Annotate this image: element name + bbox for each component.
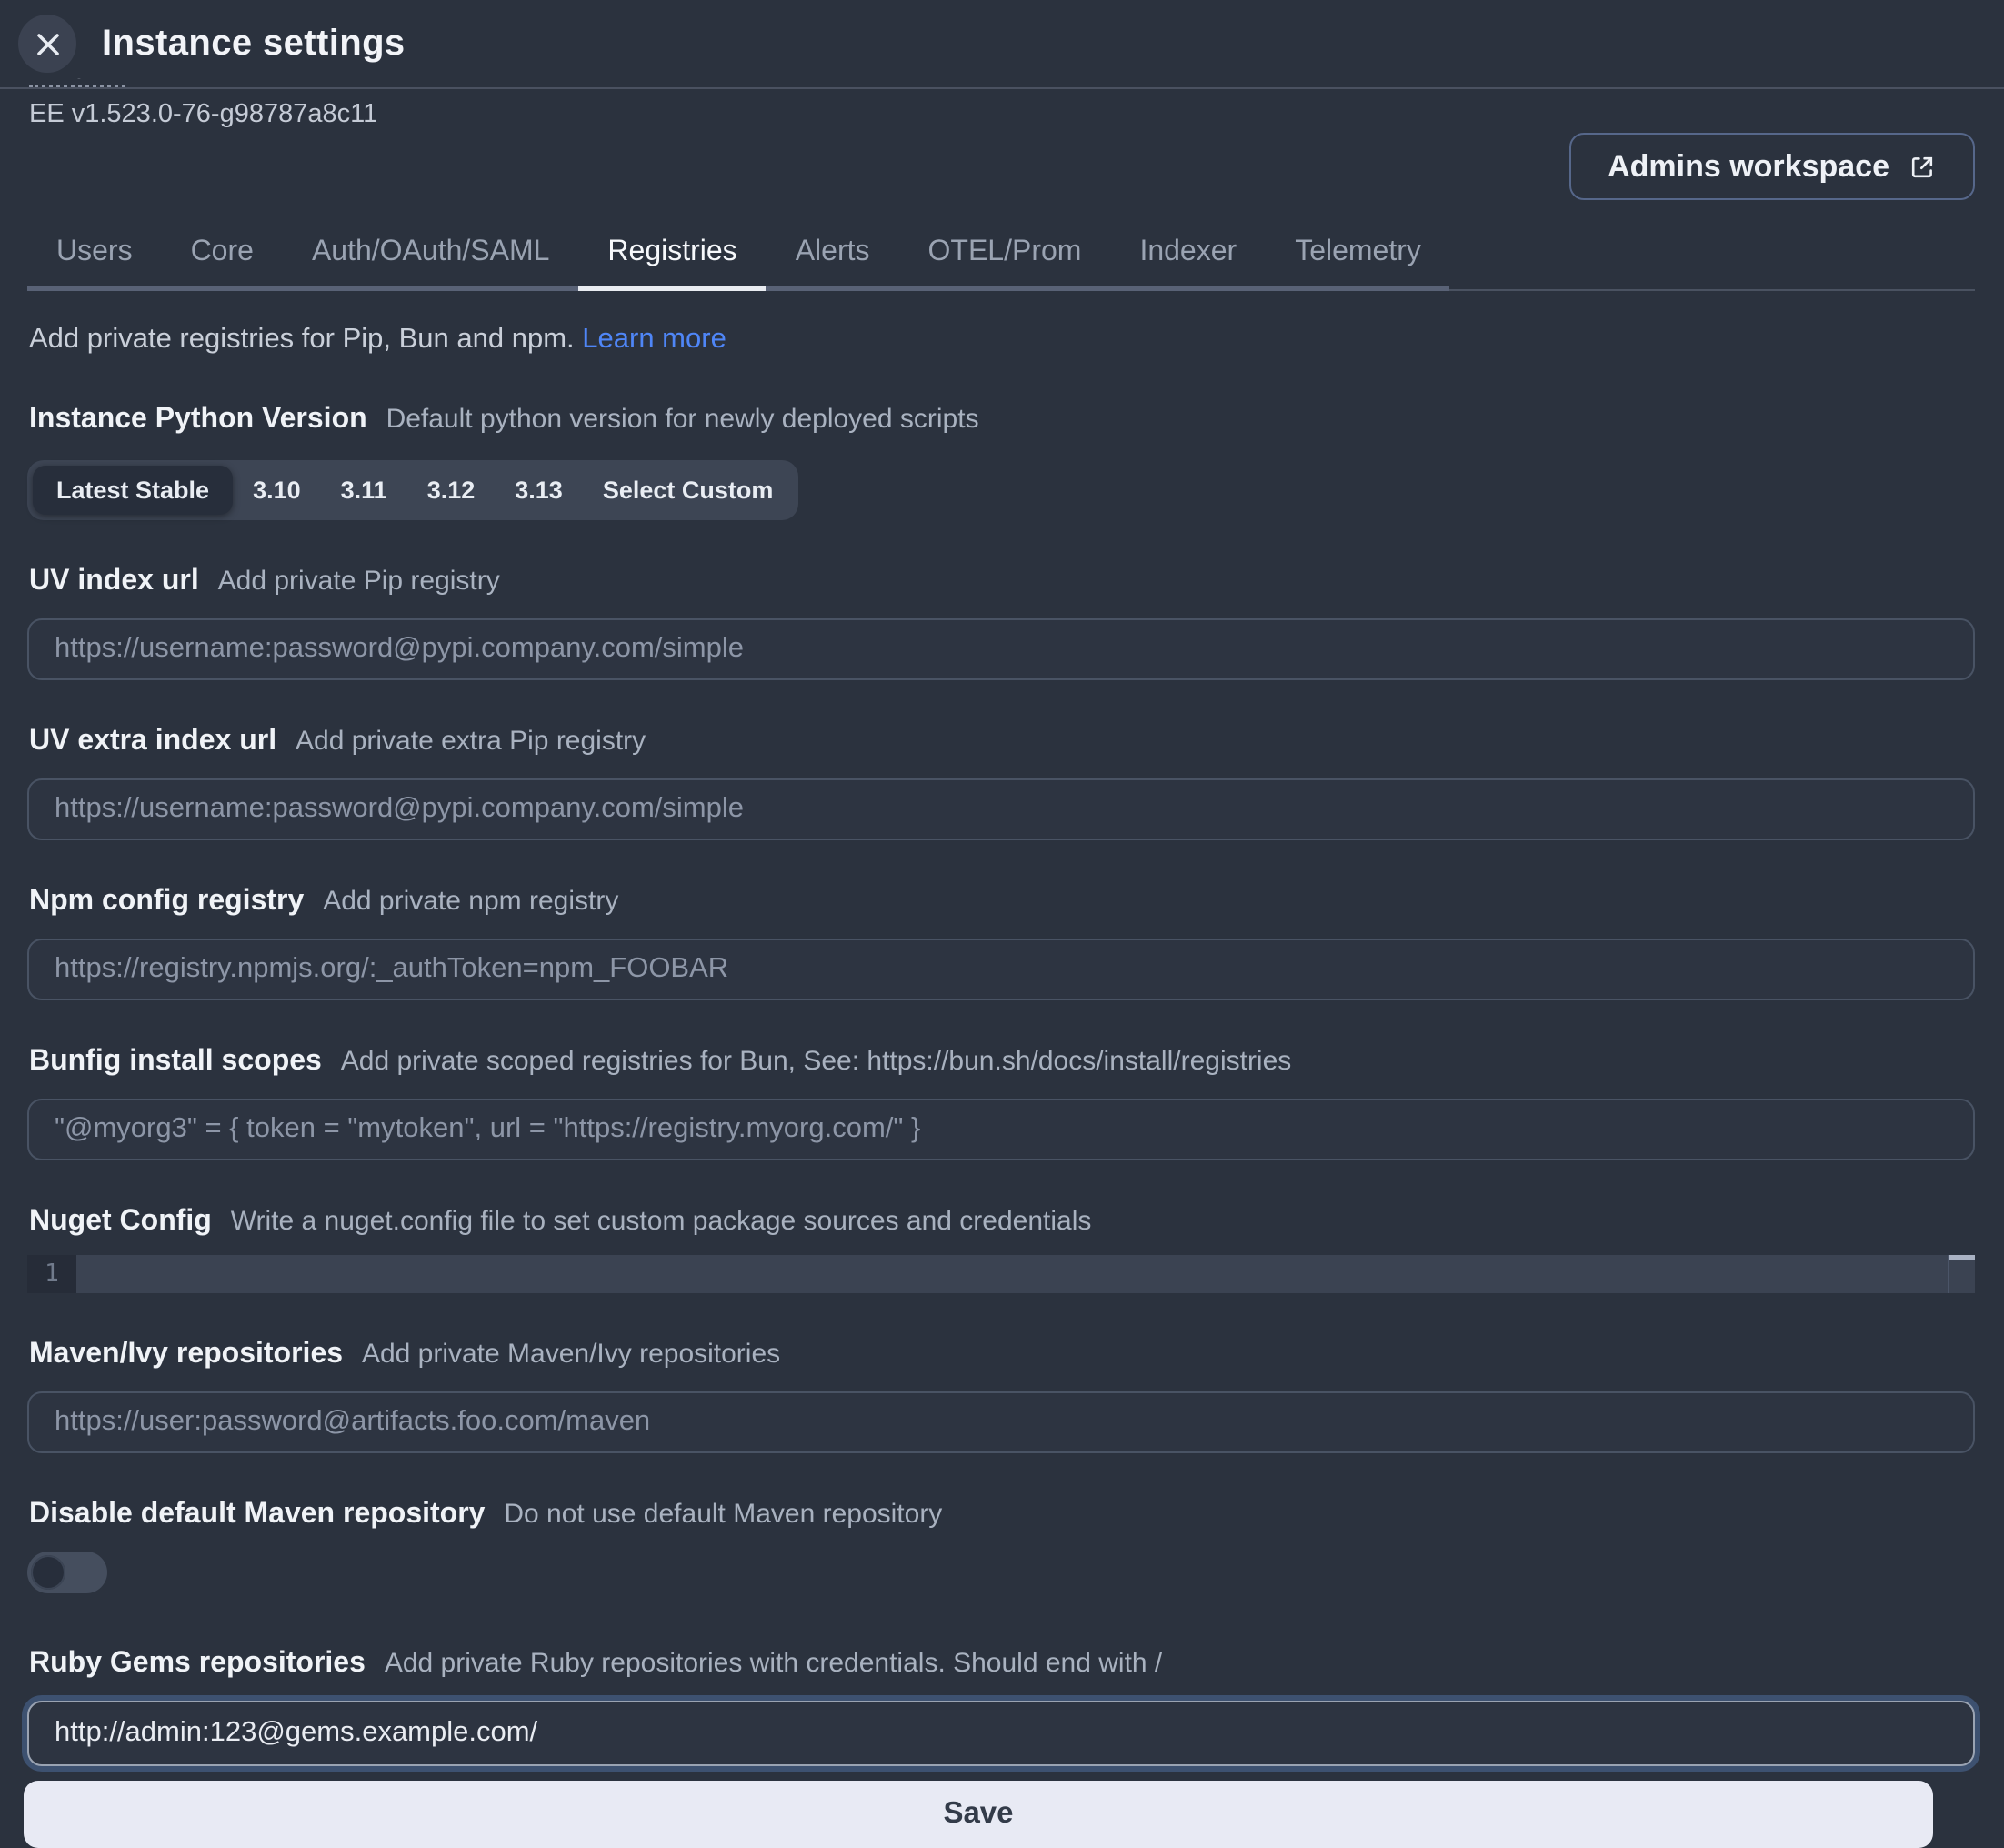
python-version-title: Instance Python Version [29,404,367,435]
brand-text-clipped: Windmill [29,78,2004,87]
uv-index-url-label: UV index url Add private Pip registry [29,564,1975,600]
ruby-gems-repositories-input[interactable] [27,1701,1975,1766]
uv-index-url-input[interactable] [27,618,1975,680]
tab-alerts[interactable]: Alerts [767,226,899,286]
python-option-3-13[interactable]: 3.13 [495,466,583,515]
tab-bar: Users Core Auth/OAuth/SAML Registries Al… [27,226,1975,291]
editor-scrollbar[interactable] [1948,1255,1975,1293]
tab-indexer[interactable]: Indexer [1110,226,1266,286]
tab-telemetry[interactable]: Telemetry [1266,226,1450,286]
close-icon [34,30,61,57]
uv-extra-index-url-label: UV extra index url Add private extra Pip… [29,724,1975,760]
tab-users[interactable]: Users [27,226,162,286]
instance-settings-drawer: Instance settings Windmill EE v1.523.0-7… [0,0,2004,1722]
maven-ivy-repositories-input[interactable] [27,1391,1975,1453]
bunfig-install-scopes-label: Bunfig install scopes Add private scoped… [29,1044,1975,1080]
workspace-button-row: Admins workspace [0,133,2004,200]
drawer-header: Instance settings [0,0,2004,78]
python-option-3-12[interactable]: 3.12 [407,466,496,515]
editor-content[interactable] [76,1255,1948,1293]
python-option-select-custom[interactable]: Select Custom [583,466,794,515]
npm-config-registry-label: Npm config registry Add private npm regi… [29,884,1975,920]
tab-registries[interactable]: Registries [578,226,766,291]
disable-default-maven-toggle[interactable] [27,1552,107,1593]
npm-config-registry-input[interactable] [27,939,1975,1000]
header-divider [0,87,2004,89]
uv-extra-index-url-input[interactable] [27,778,1975,840]
tab-otel-prom[interactable]: OTEL/Prom [899,226,1111,286]
external-link-icon [1908,152,1937,181]
toggle-knob [31,1555,65,1590]
save-button[interactable]: Save [24,1781,1933,1848]
registries-intro: Add private registries for Pip, Bun and … [29,324,1975,357]
tab-core[interactable]: Core [162,226,283,286]
intro-text: Add private registries for Pip, Bun and … [29,324,575,355]
admins-workspace-button[interactable]: Admins workspace [1569,133,1975,200]
python-option-3-11[interactable]: 3.11 [321,466,407,515]
ruby-gems-repositories-label: Ruby Gems repositories Add private Ruby … [29,1646,1975,1682]
bunfig-install-scopes-input[interactable] [27,1099,1975,1160]
python-option-latest-stable[interactable]: Latest Stable [33,466,233,515]
learn-more-link[interactable]: Learn more [582,324,726,355]
nuget-config-editor[interactable]: 1 [27,1255,1975,1293]
close-button[interactable] [18,15,76,73]
version-text: EE v1.523.0-76-g98787a8c11 [29,100,2004,129]
python-version-label: Instance Python Version Default python v… [29,402,1975,438]
tab-list: Users Core Auth/OAuth/SAML Registries Al… [27,226,1450,291]
editor-line-number: 1 [27,1255,76,1293]
python-version-description: Default python version for newly deploye… [386,404,979,435]
python-option-3-10[interactable]: 3.10 [233,466,321,515]
nuget-config-label: Nuget Config Write a nuget.config file t… [29,1204,1975,1240]
admins-workspace-label: Admins workspace [1608,148,1889,185]
maven-ivy-repositories-label: Maven/Ivy repositories Add private Maven… [29,1337,1975,1373]
page-title: Instance settings [102,23,406,65]
disable-default-maven-label: Disable default Maven repository Do not … [29,1497,1975,1533]
python-version-selector: Latest Stable 3.10 3.11 3.12 3.13 Select… [27,460,798,520]
tab-auth-oauth-saml[interactable]: Auth/OAuth/SAML [283,226,578,286]
